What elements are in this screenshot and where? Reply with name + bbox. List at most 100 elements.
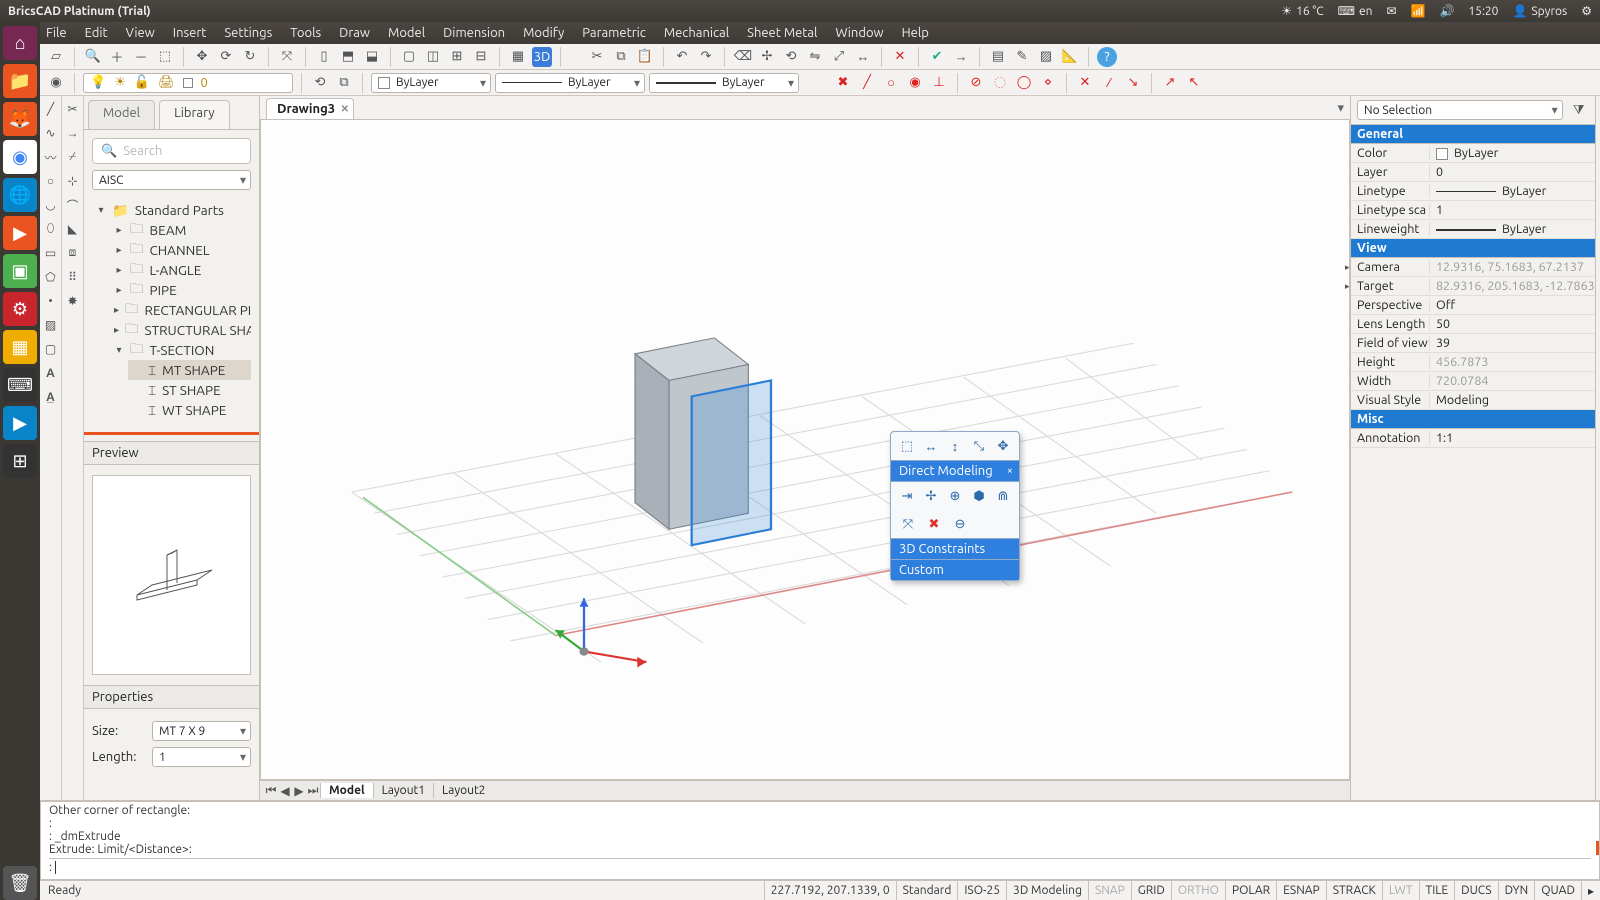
tree-item[interactable]: ▸🗀L-ANGLE — [110, 260, 251, 280]
dm-copy-icon[interactable]: ✥ — [995, 437, 1011, 455]
menu-tools[interactable]: Tools — [290, 26, 321, 40]
spline-icon[interactable]: 〰 — [42, 148, 60, 166]
join-icon[interactable]: ⊹ — [64, 172, 82, 190]
tree-item[interactable]: ▸🗀CHANNEL — [110, 240, 251, 260]
ucs-icon[interactable]: ⤧ — [277, 47, 297, 67]
length-select[interactable]: 1 — [152, 747, 251, 767]
menu-modify[interactable]: Modify — [523, 26, 564, 40]
layer-prev-icon[interactable]: ⟲ — [310, 73, 330, 93]
dm-align-icon[interactable]: ⤡ — [971, 437, 987, 455]
strip-m-icon[interactable]: ▭ — [1596, 482, 1600, 500]
undo-icon[interactable]: ↶ — [672, 47, 692, 67]
strip-h-icon[interactable]: ▭ — [1596, 352, 1600, 370]
view-front-icon[interactable]: ⬓ — [362, 47, 382, 67]
tree-leaf[interactable]: ⌶ST SHAPE — [128, 380, 251, 400]
explode-icon[interactable]: ✸ — [64, 292, 82, 310]
size-select[interactable]: MT 7 X 9 — [152, 721, 251, 741]
offset-icon[interactable]: ⧈ — [64, 244, 82, 262]
status-toggle-snap[interactable]: SNAP — [1088, 881, 1131, 900]
strip-g-icon[interactable]: ⬒ — [1596, 258, 1600, 276]
command-window[interactable]: Other corner of rectangle: : : _dmExtrud… — [40, 800, 1600, 880]
snap-perp-icon[interactable]: ⊥ — [929, 73, 949, 93]
chrome-icon[interactable]: ◉ — [3, 140, 37, 174]
shade2d-icon[interactable]: ▦ — [508, 47, 528, 67]
move-icon[interactable]: ✢ — [757, 47, 777, 67]
dm-shell-icon[interactable]: ⬢ — [971, 487, 987, 505]
snap-mid-icon[interactable]: ╱ — [857, 73, 877, 93]
vp1-icon[interactable]: ▢ — [399, 47, 419, 67]
status-toggle-strack[interactable]: STRACK — [1326, 881, 1382, 900]
mail-indicator[interactable]: ✉ — [1386, 4, 1396, 18]
status-toggle-polar[interactable]: POLAR — [1225, 881, 1276, 900]
zoom-out-icon[interactable]: － — [131, 47, 151, 67]
zoom-extents-icon[interactable]: 🔍 — [83, 47, 103, 67]
layout-tab-2[interactable]: Layout2 — [433, 783, 493, 798]
app-icon-3[interactable]: ▦ — [3, 330, 37, 364]
extend-icon[interactable]: → — [64, 124, 82, 142]
sound-indicator[interactable]: 🔊 — [1439, 4, 1454, 18]
layout-last-icon[interactable]: ⏭ — [306, 784, 320, 798]
menu-window[interactable]: Window — [835, 26, 883, 40]
earth-icon[interactable]: 🌐 — [3, 178, 37, 212]
hatch2-icon[interactable]: ▨ — [42, 316, 60, 334]
status-toggle-tile[interactable]: TILE — [1419, 881, 1455, 900]
menu-settings[interactable]: Settings — [224, 26, 272, 40]
menu-insert[interactable]: Insert — [173, 26, 207, 40]
pan-icon[interactable]: ✥ — [192, 47, 212, 67]
dm-pushpull-icon[interactable]: ⬚ — [899, 437, 915, 455]
text-icon[interactable]: A — [42, 364, 60, 382]
app-icon-2[interactable]: ⚙ — [3, 292, 37, 326]
doc-tab-menu-icon[interactable]: ▾ — [1331, 98, 1350, 119]
zoom-in-icon[interactable]: ＋ — [107, 47, 127, 67]
linetype-control[interactable]: ByLayer — [495, 73, 645, 93]
status-standard[interactable]: Standard — [896, 881, 958, 900]
firefox-icon[interactable]: 🦊 — [3, 102, 37, 136]
quad-close-icon[interactable]: × — [1007, 465, 1013, 477]
layout-tab-1[interactable]: Layout1 — [373, 783, 433, 798]
paste-icon[interactable]: 📋 — [635, 47, 655, 67]
snap-none-icon[interactable]: ↘ — [1123, 73, 1143, 93]
dm-thicken-icon[interactable]: ⊕ — [947, 487, 963, 505]
snap-ext-icon[interactable]: ✕ — [1075, 73, 1095, 93]
menu-draw[interactable]: Draw — [339, 26, 370, 40]
orbit-icon[interactable]: ⟳ — [216, 47, 236, 67]
filter-icon[interactable]: ⧩ — [1569, 100, 1589, 120]
tab-library[interactable]: Library — [159, 100, 229, 129]
bricscad-icon[interactable]: ▶ — [3, 406, 37, 440]
box-icon[interactable]: ▯ — [314, 47, 334, 67]
doc-tab[interactable]: Drawing3✕ — [266, 98, 354, 119]
snap-near-icon[interactable]: ◌ — [990, 73, 1010, 93]
arrow-icon[interactable]: → — [951, 47, 971, 67]
keyboard-indicator[interactable]: ⌨ en — [1338, 4, 1373, 18]
status-toggle-dyn[interactable]: DYN — [1498, 881, 1535, 900]
files-icon[interactable]: 📁 — [3, 64, 37, 98]
stretch-icon[interactable]: ↔ — [853, 47, 873, 67]
zoom-window-icon[interactable]: ⬚ — [155, 47, 175, 67]
mtext-icon[interactable]: A̲ — [42, 388, 60, 406]
status-toggle-ortho[interactable]: ORTHO — [1171, 881, 1225, 900]
weather-indicator[interactable]: ☀ 16 °C — [1281, 4, 1323, 18]
terminal-icon[interactable]: ⌨ — [3, 368, 37, 402]
menu-view[interactable]: View — [126, 26, 155, 40]
scale-icon[interactable]: ⤢ — [829, 47, 849, 67]
table-icon[interactable]: ▤ — [988, 47, 1008, 67]
trim-icon[interactable]: ✂ — [64, 100, 82, 118]
vlc-icon[interactable]: ▶ — [3, 216, 37, 250]
menu-file[interactable]: File — [46, 26, 67, 40]
layer-explorer-icon[interactable]: ◉ — [46, 73, 66, 93]
strip-o-icon[interactable]: ▭ — [1596, 534, 1600, 552]
tree-item[interactable]: ▸🗀STRUCTURAL SHAPE — [110, 320, 251, 340]
lineweight-control[interactable]: ByLayer — [649, 73, 799, 93]
status-workspace[interactable]: 3D Modeling — [1006, 881, 1088, 900]
chamfer-icon[interactable]: ◣ — [64, 220, 82, 238]
strip-f-icon[interactable]: ⊟ — [1596, 232, 1600, 250]
vp4-icon[interactable]: ⊟ — [471, 47, 491, 67]
menu-help[interactable]: Help — [902, 26, 929, 40]
color-control[interactable]: ByLayer — [371, 73, 491, 93]
erase-icon[interactable]: ⌫ — [733, 47, 753, 67]
search-input[interactable]: 🔍 Search — [92, 138, 251, 164]
dm-connect-icon[interactable]: ⋒ — [995, 487, 1011, 505]
prop-cat-general[interactable]: General — [1351, 125, 1595, 144]
quad-direct-modeling[interactable]: Direct Modeling× — [891, 460, 1019, 482]
redo-icon[interactable]: ↷ — [696, 47, 716, 67]
